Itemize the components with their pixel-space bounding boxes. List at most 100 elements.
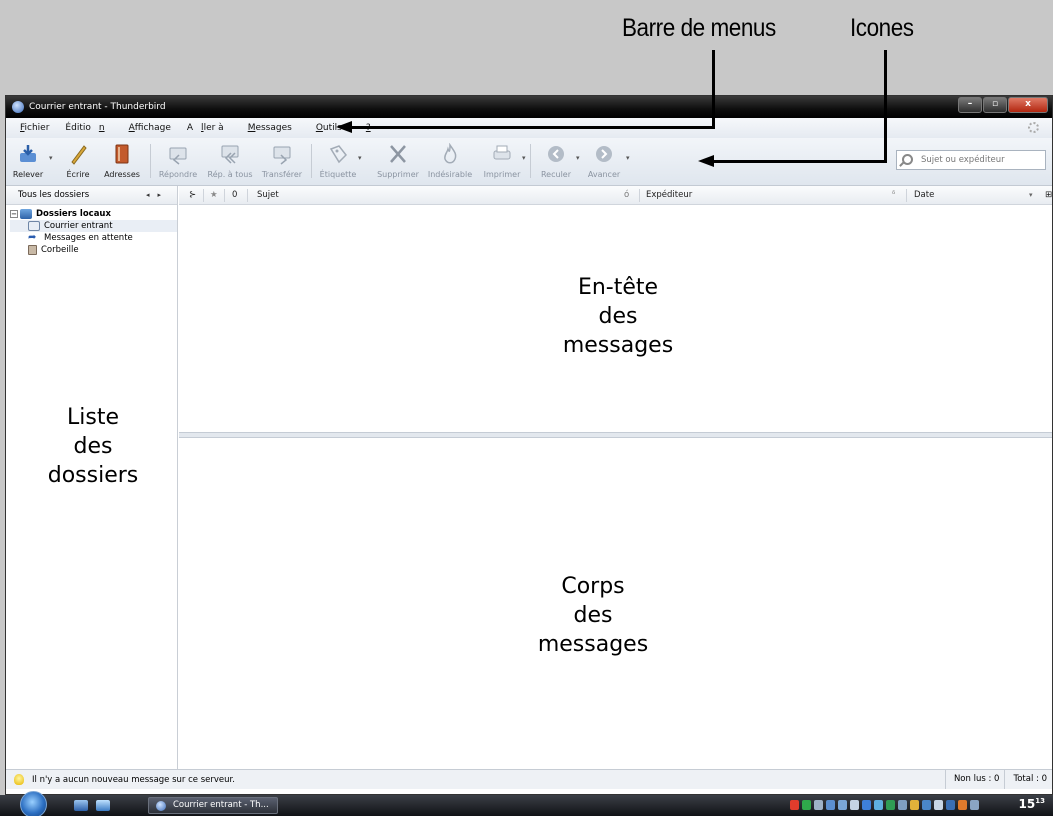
icons-pointer-line (884, 50, 887, 163)
forward-dropdown-icon[interactable]: ▾ (626, 154, 630, 162)
forward-nav-button[interactable]: Avancer (582, 140, 626, 182)
arrow-right-icon (596, 146, 612, 162)
tray-icon[interactable] (886, 800, 895, 810)
pencil-icon (71, 145, 87, 165)
tray-icon[interactable] (910, 800, 919, 810)
local-folders-icon (20, 209, 32, 219)
get-mail-dropdown-icon[interactable]: ▾ (49, 154, 53, 162)
arrow-left-icon (548, 146, 564, 162)
folder-pane: Tous les dossiers ◂▸ − Dossiers locaux C… (6, 186, 178, 769)
menu-messages[interactable]: Messages (240, 123, 300, 133)
tray-icon[interactable] (958, 800, 967, 810)
address-book-icon (115, 144, 129, 164)
collapse-icon[interactable]: − (10, 210, 18, 218)
read-column-icon[interactable]: ó (624, 186, 629, 205)
trash-icon (28, 245, 37, 255)
start-button[interactable] (20, 791, 47, 816)
tray-icon[interactable] (814, 800, 823, 810)
icons-annotation: Icones (850, 14, 914, 42)
activity-throbber-icon (1028, 122, 1039, 133)
forward-button[interactable]: Transférer (260, 140, 304, 182)
column-subject[interactable]: Sujet (257, 186, 279, 205)
windows-taskbar: Courrier entrant - Th... 1513 (0, 791, 1053, 816)
search-input[interactable]: Sujet ou expéditeur (896, 150, 1046, 170)
sort-dropdown-icon[interactable]: ▾ (1029, 186, 1033, 205)
tray-icon[interactable] (862, 800, 871, 810)
menubar-pointer-line (350, 126, 715, 129)
folder-outbox[interactable]: ➦ Messages en attente (10, 232, 177, 244)
column-picker-icon[interactable]: ⊞ (1045, 186, 1052, 205)
folder-trash[interactable]: Corbeille (10, 244, 177, 256)
close-button[interactable]: x (1008, 97, 1048, 113)
tray-icon[interactable] (850, 800, 859, 810)
main-toolbar: Relever ▾ Écrire Adresses Répondre Rép. … (6, 138, 1052, 186)
delete-x-icon (390, 145, 406, 163)
menubar-annotation: Barre de menus (622, 14, 776, 42)
maximize-button[interactable]: ▫ (983, 97, 1007, 113)
menu-fichier[interactable]: Fichier (12, 123, 57, 133)
get-mail-button[interactable]: Relever (6, 140, 50, 182)
menu-aller[interactable]: Aller à (187, 123, 232, 133)
tag-button[interactable]: Étiquette (316, 140, 360, 182)
column-date[interactable]: Date (914, 186, 934, 205)
print-dropdown-icon[interactable]: ▾ (522, 154, 526, 162)
icons-pointer-line (712, 160, 887, 163)
title-bar[interactable]: Courrier entrant - Thunderbird – ▫ x (6, 96, 1052, 118)
menu-affichage[interactable]: Affichage (121, 123, 179, 133)
tray-icon[interactable] (874, 800, 883, 810)
folder-view-selector[interactable]: Tous les dossiers ◂▸ (6, 186, 177, 205)
address-book-button[interactable]: Adresses (100, 140, 144, 182)
attachment-column-icon[interactable]: 0 (232, 186, 237, 205)
flame-icon (444, 142, 457, 164)
tray-icon[interactable] (934, 800, 943, 810)
folder-local[interactable]: − Dossiers locaux (10, 208, 177, 220)
menubar-arrowhead-icon (336, 121, 352, 133)
folder-view-arrows-icon[interactable]: ◂▸ (146, 191, 169, 199)
printer-icon (493, 145, 511, 160)
taskbar-thunderbird[interactable]: Courrier entrant - Th... (148, 797, 278, 814)
reply-button[interactable]: Répondre (156, 140, 200, 182)
thunderbird-icon (12, 101, 24, 113)
message-body-annotation: Corps des messages (537, 574, 649, 657)
outbox-icon: ➦ (28, 232, 37, 243)
forward-icon (273, 146, 291, 165)
lightbulb-icon (14, 774, 24, 785)
folder-list-annotation: Liste des dossiers (47, 405, 139, 488)
back-dropdown-icon[interactable]: ▾ (576, 154, 580, 162)
reply-icon (169, 147, 187, 165)
message-body-pane: Corps des messages (179, 438, 1052, 769)
icons-arrowhead-icon (698, 155, 714, 167)
message-list-pane: ⊱ ★ 0 Sujet ó Expéditeur ᵟ Date ▾ ⊞ En-t… (179, 186, 1052, 432)
search-placeholder: Sujet ou expéditeur (921, 155, 1005, 165)
delete-button[interactable]: Supprimer (376, 140, 420, 182)
search-icon (902, 154, 913, 165)
column-sender[interactable]: Expéditeur (646, 186, 692, 205)
tray-icon[interactable] (898, 800, 907, 810)
junk-button[interactable]: Indésirable (428, 140, 472, 182)
tray-icon[interactable] (826, 800, 835, 810)
window-title: Courrier entrant - Thunderbird (29, 102, 166, 112)
back-button[interactable]: Reculer (534, 140, 578, 182)
star-column-icon[interactable]: ★ (210, 186, 218, 205)
tray-icon[interactable] (790, 800, 799, 810)
reply-all-button[interactable]: Rép. à tous (208, 140, 253, 182)
taskbar-clock[interactable]: 1513 (1019, 797, 1045, 811)
tray-icon[interactable] (802, 800, 811, 810)
switch-windows-icon[interactable] (96, 800, 110, 811)
tray-icon[interactable] (946, 800, 955, 810)
thread-column-icon[interactable]: ⊱ (189, 186, 196, 205)
tray-icon[interactable] (922, 800, 931, 810)
thunderbird-window: Courrier entrant - Thunderbird – ▫ x Fic… (5, 95, 1053, 795)
menu-edition[interactable]: Éditio n (65, 123, 112, 133)
tray-icon[interactable] (838, 800, 847, 810)
inbox-icon (28, 221, 40, 231)
minimize-button[interactable]: – (958, 97, 982, 113)
print-button[interactable]: Imprimer (480, 140, 524, 182)
tag-dropdown-icon[interactable]: ▾ (358, 154, 362, 162)
status-bar: Il n'y a aucun nouveau message sur ce se… (6, 769, 1052, 789)
junk-column-icon[interactable]: ᵟ (892, 186, 895, 205)
tray-icon[interactable] (970, 800, 979, 810)
show-desktop-icon[interactable] (74, 800, 88, 811)
folder-inbox[interactable]: Courrier entrant (10, 220, 177, 232)
system-tray (790, 800, 979, 810)
